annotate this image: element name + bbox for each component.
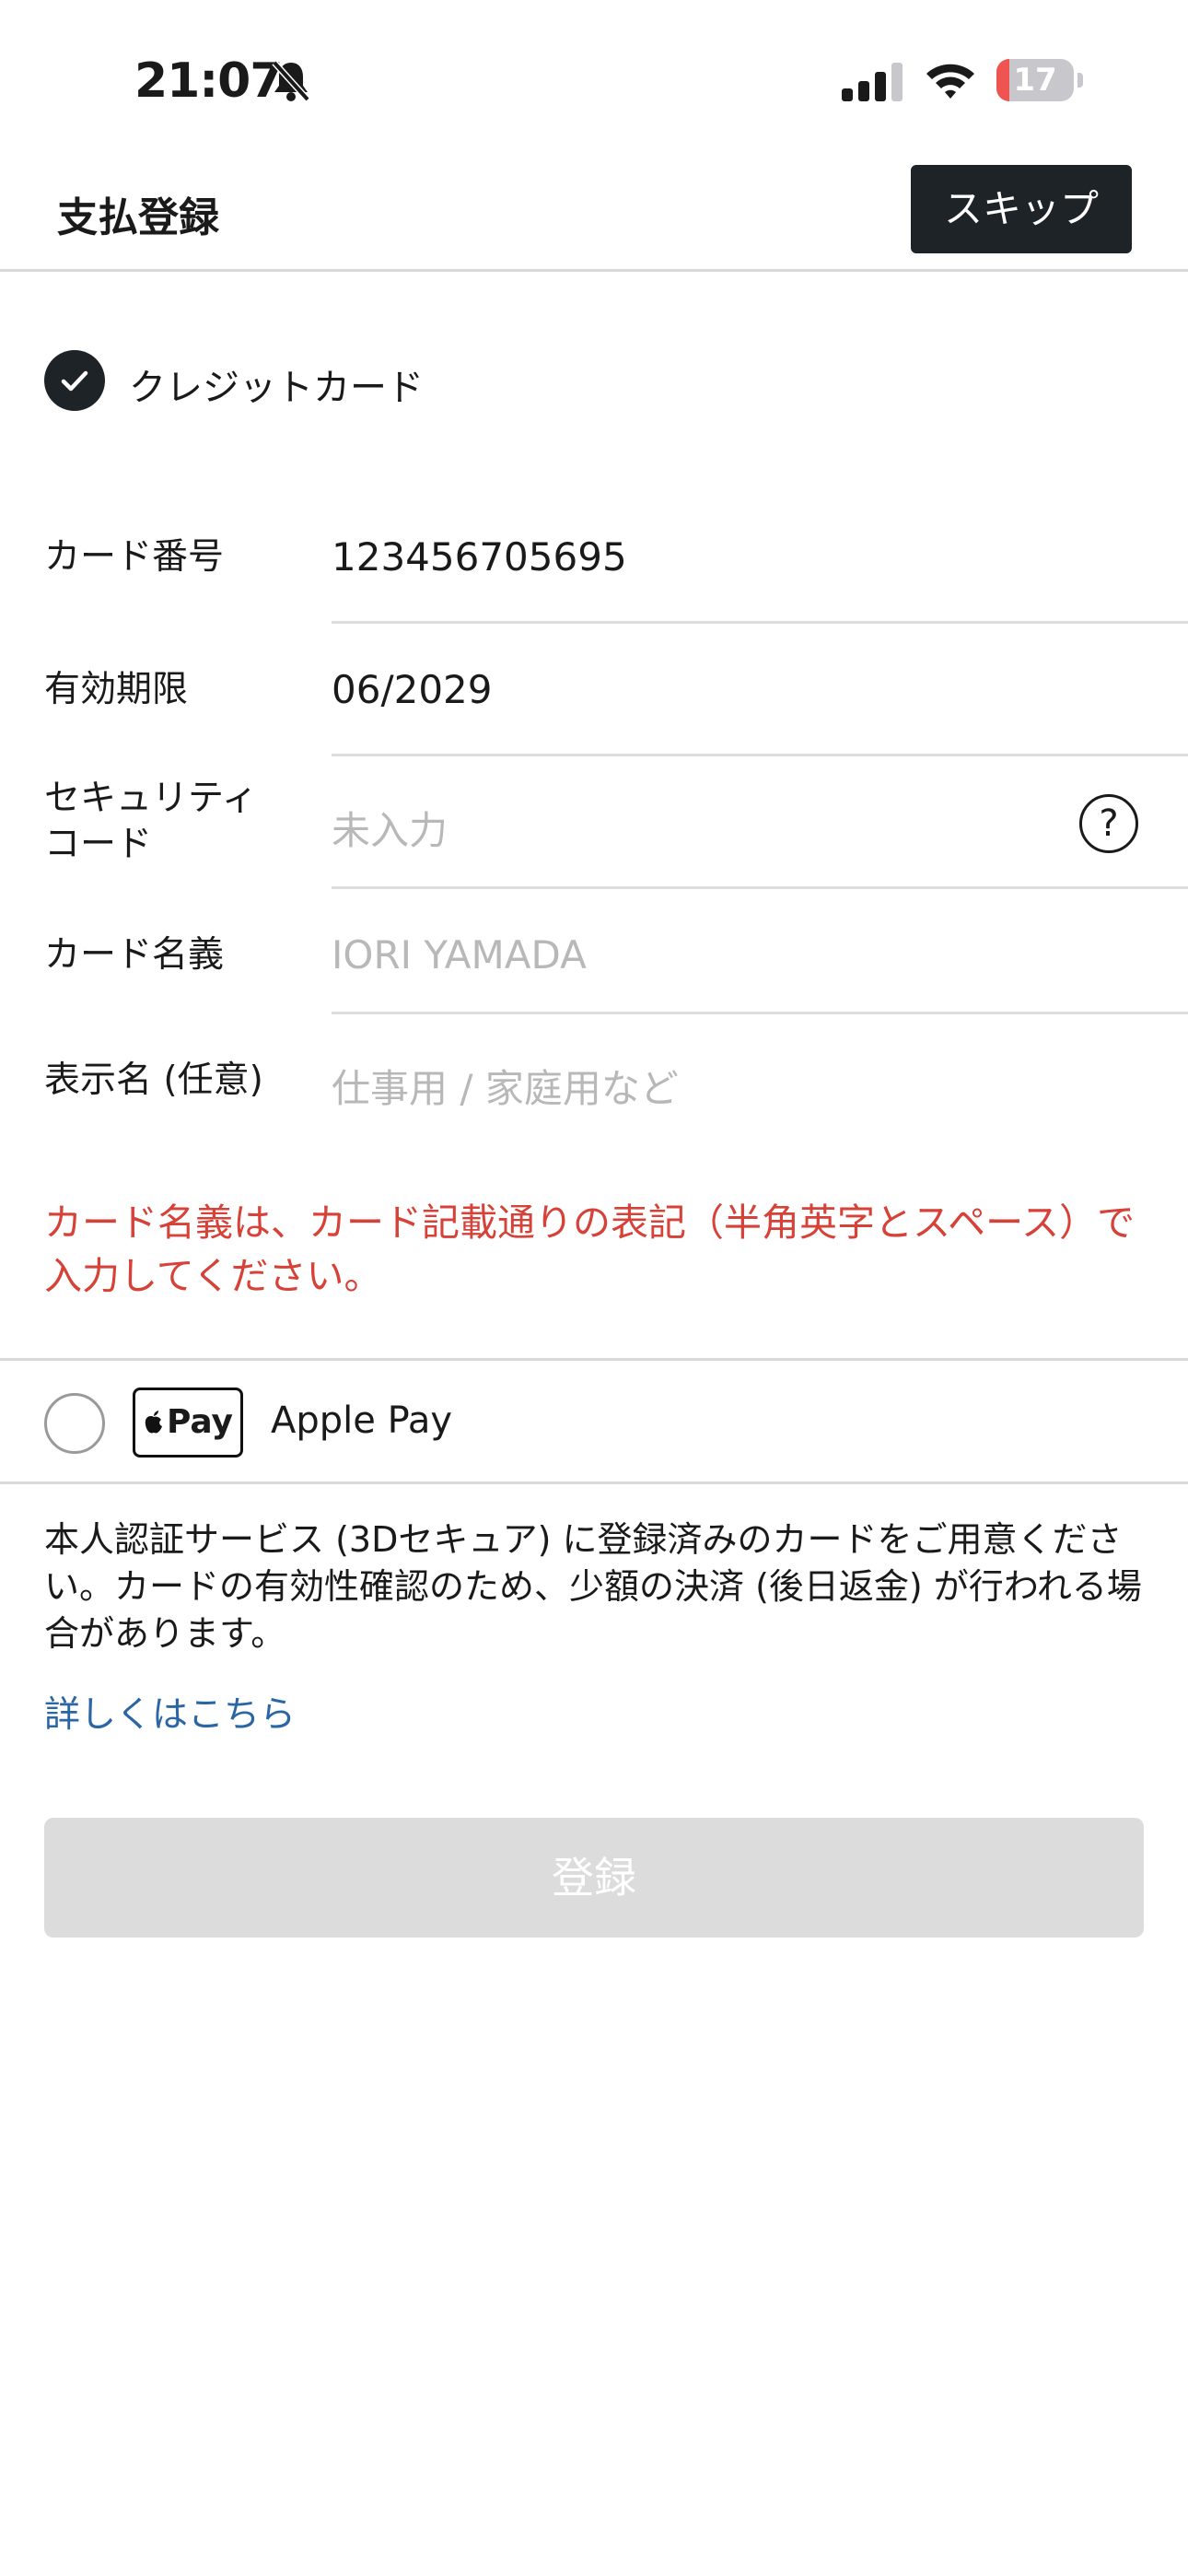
card-number-input[interactable]: 123456705695 (332, 534, 627, 580)
apple-pay-badge: Pay (133, 1388, 243, 1458)
security-code-label-line2: コード (44, 824, 153, 865)
expiry-label: 有効期限 (44, 669, 189, 710)
card-holder-input[interactable]: IORI YAMADA (332, 932, 587, 978)
expiry-underline (332, 754, 1188, 756)
help-icon[interactable]: ? (1079, 794, 1138, 853)
security-code-label-line1: セキュリティ (44, 778, 258, 819)
notice-text: 本人認証サービス (3Dセキュア) に登録済みのカードをご用意ください。カードの… (44, 1519, 1142, 1654)
page-title: 支払登録 (57, 194, 219, 241)
apple-pay-divider (0, 1481, 1188, 1484)
display-name-input[interactable]: 仕事用 / 家庭用など (332, 1058, 679, 1114)
status-time: 21:07 (134, 53, 284, 109)
cellular-signal-icon (842, 63, 903, 101)
display-name-label: 表示名 (任意) (44, 1060, 263, 1101)
error-message: カード名義は、カード記載通りの表記（半角英字とスペース）で入力してください。 (44, 1200, 1136, 1298)
expiry-input[interactable]: 06/2029 (332, 667, 492, 712)
checkmark-icon (61, 370, 88, 392)
security-code-input[interactable]: 未入力 (332, 800, 448, 856)
bell-slash-icon (272, 60, 310, 102)
apple-pay-radio[interactable] (44, 1393, 105, 1454)
security-code-label: セキュリティ コード (44, 776, 258, 868)
apple-logo-icon (143, 1393, 165, 1434)
credit-card-label[interactable]: クレジットカード (129, 357, 424, 411)
section-divider (0, 1358, 1188, 1361)
more-info-link[interactable]: 詳しくはこちら (44, 1686, 296, 1738)
card-number-label: カード番号 (44, 536, 225, 578)
register-button[interactable]: 登録 (44, 1818, 1144, 1938)
apple-pay-badge-text: Pay (166, 1403, 234, 1441)
card-holder-label: カード名義 (44, 934, 225, 976)
battery-icon: 17 (996, 59, 1083, 101)
battery-level: 17 (1013, 62, 1057, 99)
card-number-underline (332, 621, 1188, 624)
credit-card-radio-checked[interactable] (44, 350, 105, 411)
card-holder-underline (332, 1012, 1188, 1014)
skip-button[interactable]: スキップ (911, 165, 1132, 253)
apple-pay-label[interactable]: Apple Pay (271, 1399, 452, 1442)
security-code-underline (332, 886, 1188, 889)
header-divider (0, 269, 1188, 272)
wifi-icon (926, 64, 974, 99)
